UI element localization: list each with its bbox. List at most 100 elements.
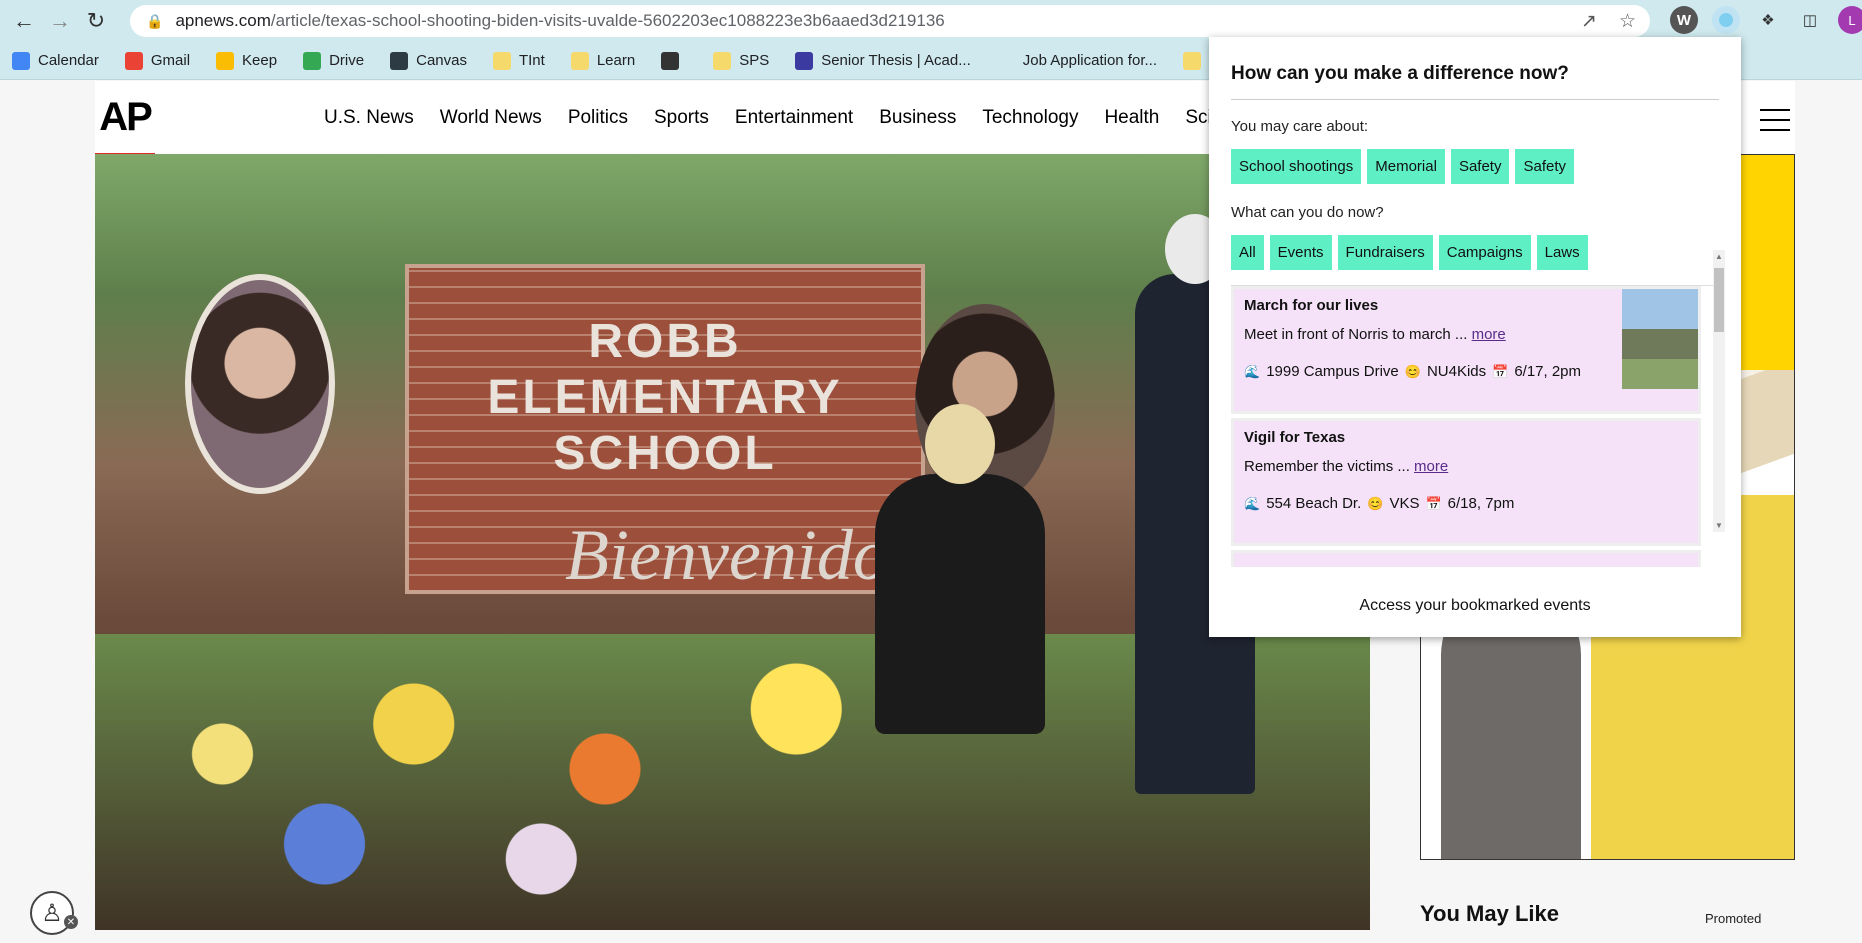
school-sign-text: ROBB ELEMENTARY SCHOOL: [435, 314, 895, 482]
bookmark-label: Drive: [329, 52, 365, 69]
sidepanel-icon[interactable]: ◫: [1796, 6, 1824, 34]
sign-line: ROBB: [588, 315, 742, 368]
bookmark-label: Keep: [242, 52, 278, 69]
bookmark-item[interactable]: Learn: [570, 51, 636, 70]
browser-toolbar: ← → ↻ 🔒 apnews.com/article/texas-school-…: [0, 0, 1862, 42]
event-desc-text: Meet in front of Norris to march ...: [1244, 326, 1468, 343]
sign-line: ELEMENTARY: [487, 371, 843, 424]
event-date: 6/17, 2pm: [1514, 363, 1582, 380]
bookmark-icon: [1183, 51, 1201, 70]
bookmark-item[interactable]: Senior Thesis | Acad...: [795, 51, 971, 70]
url-host: apnews.com: [175, 11, 271, 30]
nav-link[interactable]: Health: [1104, 107, 1159, 129]
bookmark-icon: [996, 51, 1015, 70]
close-icon[interactable]: ✕: [64, 915, 78, 929]
bookmarked-events-link[interactable]: Access your bookmarked events: [1209, 597, 1741, 615]
bookmark-label: Senior Thesis | Acad...: [821, 52, 971, 69]
profile-avatar[interactable]: L: [1838, 6, 1862, 34]
scroll-up-icon[interactable]: ▲: [1713, 252, 1725, 261]
forward-icon[interactable]: →: [42, 3, 78, 39]
bookmark-label: SPS: [739, 52, 770, 69]
bookmark-item[interactable]: Canvas: [390, 51, 467, 70]
do-label: What can you do now?: [1231, 204, 1384, 221]
bookmark-label: TInt: [518, 52, 545, 69]
sign-script-text: Bienvenidos: [565, 515, 917, 595]
event-thumbnail: [1622, 421, 1698, 521]
star-icon[interactable]: ☆: [1619, 10, 1636, 33]
location-icon: 🌊: [1244, 363, 1261, 379]
nav-link[interactable]: Entertainment: [735, 107, 853, 129]
filter-chips: All Events Fundraisers Campaigns Laws: [1231, 235, 1719, 270]
back-icon[interactable]: ←: [6, 3, 42, 39]
reload-icon[interactable]: ↻: [78, 3, 114, 39]
location-icon: 🌊: [1244, 495, 1261, 511]
nav-link[interactable]: U.S. News: [324, 107, 414, 129]
event-card[interactable]: [1231, 550, 1701, 567]
topic-chip[interactable]: Safety: [1515, 149, 1574, 184]
more-link[interactable]: more: [1472, 326, 1506, 343]
bookmark-item[interactable]: Gmail: [124, 51, 190, 70]
active-extension-icon[interactable]: [1712, 6, 1740, 34]
nav-link[interactable]: World News: [440, 107, 542, 129]
event-list[interactable]: March for our lives Meet in front of Norr…: [1231, 285, 1713, 567]
you-may-like-heading: You May Like: [1420, 901, 1559, 926]
bookmark-icon: [216, 51, 235, 70]
more-link[interactable]: more: [1414, 458, 1448, 475]
calendar-icon: 📅: [1425, 495, 1442, 511]
bookmark-icon: [570, 51, 589, 70]
logo-text: AP: [99, 95, 153, 139]
promoted-label: Promoted: [1705, 911, 1762, 926]
nav-link[interactable]: Technology: [982, 107, 1078, 129]
event-card[interactable]: March for our lives Meet in front of Norr…: [1231, 286, 1701, 414]
filter-chip[interactable]: Events: [1269, 235, 1332, 270]
organizer-icon: 😊: [1367, 495, 1384, 511]
bookmark-label: Canvas: [416, 52, 467, 69]
nav-link[interactable]: Business: [879, 107, 956, 129]
event-date: 6/18, 7pm: [1447, 495, 1515, 512]
filter-chip[interactable]: Fundraisers: [1337, 235, 1433, 270]
filter-chip[interactable]: Laws: [1536, 235, 1588, 270]
topic-chip[interactable]: Memorial: [1367, 149, 1445, 184]
topic-chip[interactable]: School shootings: [1231, 149, 1362, 184]
lock-icon: 🔒: [146, 12, 164, 29]
bookmark-item[interactable]: TInt: [492, 51, 545, 70]
memorial-portrait: [185, 274, 335, 494]
filter-chip[interactable]: All: [1231, 235, 1264, 270]
extensions-bar: W ❖ ◫ L: [1670, 6, 1862, 34]
url-path: /article/texas-school-shooting-biden-vis…: [270, 11, 945, 30]
w-extension-icon[interactable]: W: [1670, 6, 1698, 34]
event-organizer: NU4Kids: [1426, 363, 1487, 380]
nav-link[interactable]: Politics: [568, 107, 628, 129]
scroll-down-icon[interactable]: ▼: [1713, 521, 1725, 530]
nav-link[interactable]: Sports: [654, 107, 709, 129]
bookmark-item[interactable]: SPS: [713, 51, 770, 70]
bookmark-icon: [795, 51, 814, 70]
bookmark-item[interactable]: Calendar: [12, 51, 99, 70]
bookmark-label: Learn: [596, 52, 636, 69]
scrollbar-thumb[interactable]: [1714, 268, 1724, 332]
bookmark-item[interactable]: Job Application for...: [996, 51, 1157, 70]
bookmark-item[interactable]: [661, 51, 687, 70]
event-list-scrollbar[interactable]: ▲ ▼: [1713, 250, 1725, 532]
sign-line: SCHOOL: [553, 427, 777, 480]
event-card[interactable]: Vigil for Texas Remember the victims ... …: [1231, 418, 1701, 546]
extension-popup: How can you make a difference now? You m…: [1209, 37, 1741, 637]
topic-chip[interactable]: Safety: [1450, 149, 1510, 184]
bookmark-item[interactable]: Drive: [303, 51, 365, 70]
bookmark-icon: [12, 51, 30, 70]
event-location: 1999 Campus Drive: [1266, 363, 1399, 380]
share-icon[interactable]: ↗: [1581, 10, 1597, 33]
organizer-icon: 😊: [1404, 363, 1421, 379]
address-bar[interactable]: 🔒 apnews.com/article/texas-school-shooti…: [130, 5, 1650, 37]
bookmark-item[interactable]: Keep: [216, 51, 278, 70]
ap-logo[interactable]: AP: [95, 81, 155, 160]
person-kneeling: [875, 404, 1045, 734]
filter-chip[interactable]: Campaigns: [1438, 235, 1531, 270]
event-organizer: VKS: [1389, 495, 1420, 512]
bookmark-label: Job Application for...: [1022, 52, 1157, 69]
menu-icon[interactable]: [1760, 109, 1790, 139]
puzzle-icon[interactable]: ❖: [1754, 6, 1782, 34]
bookmark-icon: [713, 51, 732, 70]
bookmark-label: Calendar: [38, 52, 99, 69]
event-desc-text: Remember the victims ...: [1244, 458, 1410, 475]
